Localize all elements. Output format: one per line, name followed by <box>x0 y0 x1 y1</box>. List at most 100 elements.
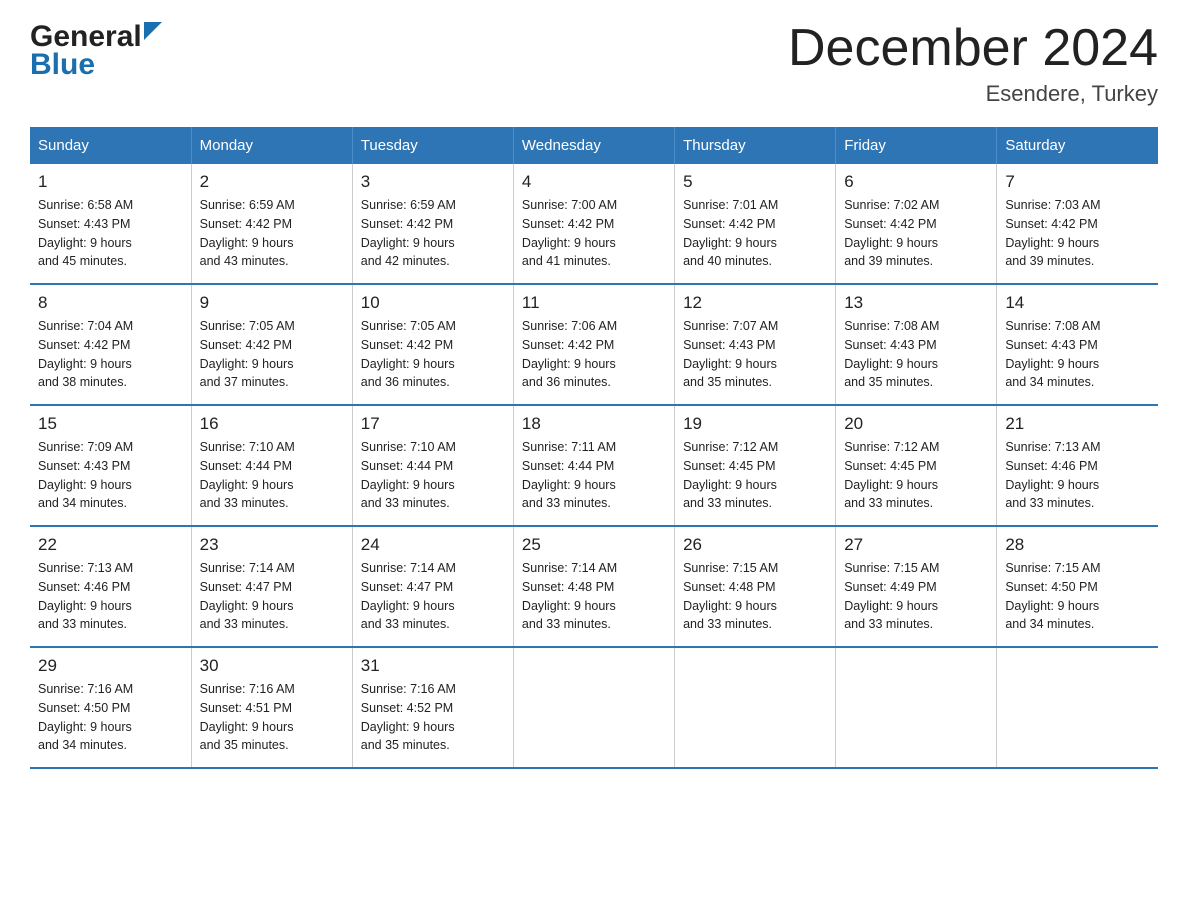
calendar-day-9: 9 Sunrise: 7:05 AM Sunset: 4:42 PM Dayli… <box>191 284 352 405</box>
calendar-day-4: 4 Sunrise: 7:00 AM Sunset: 4:42 PM Dayli… <box>513 164 674 284</box>
calendar-table: SundayMondayTuesdayWednesdayThursdayFrid… <box>30 127 1158 769</box>
calendar-day-28: 28 Sunrise: 7:15 AM Sunset: 4:50 PM Dayl… <box>997 526 1158 647</box>
calendar-day-24: 24 Sunrise: 7:14 AM Sunset: 4:47 PM Dayl… <box>352 526 513 647</box>
day-number: 27 <box>844 535 988 555</box>
calendar-day-17: 17 Sunrise: 7:10 AM Sunset: 4:44 PM Dayl… <box>352 405 513 526</box>
day-info: Sunrise: 7:05 AM Sunset: 4:42 PM Dayligh… <box>200 317 344 392</box>
day-header-saturday: Saturday <box>997 127 1158 164</box>
calendar-day-19: 19 Sunrise: 7:12 AM Sunset: 4:45 PM Dayl… <box>675 405 836 526</box>
day-number: 4 <box>522 172 666 192</box>
day-info: Sunrise: 7:16 AM Sunset: 4:50 PM Dayligh… <box>38 680 183 755</box>
calendar-day-22: 22 Sunrise: 7:13 AM Sunset: 4:46 PM Dayl… <box>30 526 191 647</box>
day-info: Sunrise: 7:01 AM Sunset: 4:42 PM Dayligh… <box>683 196 827 271</box>
calendar-day-14: 14 Sunrise: 7:08 AM Sunset: 4:43 PM Dayl… <box>997 284 1158 405</box>
calendar-day-27: 27 Sunrise: 7:15 AM Sunset: 4:49 PM Dayl… <box>836 526 997 647</box>
day-info: Sunrise: 7:07 AM Sunset: 4:43 PM Dayligh… <box>683 317 827 392</box>
calendar-day-15: 15 Sunrise: 7:09 AM Sunset: 4:43 PM Dayl… <box>30 405 191 526</box>
calendar-subtitle: Esendere, Turkey <box>788 81 1158 107</box>
day-number: 10 <box>361 293 505 313</box>
calendar-day-6: 6 Sunrise: 7:02 AM Sunset: 4:42 PM Dayli… <box>836 164 997 284</box>
logo: General Blue <box>30 20 166 82</box>
day-number: 25 <box>522 535 666 555</box>
day-number: 30 <box>200 656 344 676</box>
calendar-day-30: 30 Sunrise: 7:16 AM Sunset: 4:51 PM Dayl… <box>191 647 352 768</box>
day-number: 20 <box>844 414 988 434</box>
calendar-day-1: 1 Sunrise: 6:58 AM Sunset: 4:43 PM Dayli… <box>30 164 191 284</box>
day-number: 18 <box>522 414 666 434</box>
calendar-day-10: 10 Sunrise: 7:05 AM Sunset: 4:42 PM Dayl… <box>352 284 513 405</box>
calendar-week-row: 29 Sunrise: 7:16 AM Sunset: 4:50 PM Dayl… <box>30 647 1158 768</box>
day-info: Sunrise: 7:14 AM Sunset: 4:47 PM Dayligh… <box>200 559 344 634</box>
day-info: Sunrise: 7:15 AM Sunset: 4:50 PM Dayligh… <box>1005 559 1150 634</box>
day-info: Sunrise: 7:16 AM Sunset: 4:51 PM Dayligh… <box>200 680 344 755</box>
calendar-week-row: 8 Sunrise: 7:04 AM Sunset: 4:42 PM Dayli… <box>30 284 1158 405</box>
day-info: Sunrise: 7:13 AM Sunset: 4:46 PM Dayligh… <box>1005 438 1150 513</box>
day-number: 28 <box>1005 535 1150 555</box>
calendar-header-row: SundayMondayTuesdayWednesdayThursdayFrid… <box>30 127 1158 164</box>
calendar-day-13: 13 Sunrise: 7:08 AM Sunset: 4:43 PM Dayl… <box>836 284 997 405</box>
calendar-day-18: 18 Sunrise: 7:11 AM Sunset: 4:44 PM Dayl… <box>513 405 674 526</box>
day-number: 22 <box>38 535 183 555</box>
day-number: 5 <box>683 172 827 192</box>
day-number: 8 <box>38 293 183 313</box>
day-number: 1 <box>38 172 183 192</box>
calendar-day-31: 31 Sunrise: 7:16 AM Sunset: 4:52 PM Dayl… <box>352 647 513 768</box>
day-info: Sunrise: 6:58 AM Sunset: 4:43 PM Dayligh… <box>38 196 183 271</box>
day-info: Sunrise: 7:00 AM Sunset: 4:42 PM Dayligh… <box>522 196 666 271</box>
calendar-day-16: 16 Sunrise: 7:10 AM Sunset: 4:44 PM Dayl… <box>191 405 352 526</box>
calendar-day-8: 8 Sunrise: 7:04 AM Sunset: 4:42 PM Dayli… <box>30 284 191 405</box>
calendar-empty-cell <box>513 647 674 768</box>
day-info: Sunrise: 7:03 AM Sunset: 4:42 PM Dayligh… <box>1005 196 1150 271</box>
day-info: Sunrise: 7:05 AM Sunset: 4:42 PM Dayligh… <box>361 317 505 392</box>
day-number: 2 <box>200 172 344 192</box>
day-number: 23 <box>200 535 344 555</box>
day-number: 29 <box>38 656 183 676</box>
day-number: 24 <box>361 535 505 555</box>
day-number: 31 <box>361 656 505 676</box>
calendar-day-23: 23 Sunrise: 7:14 AM Sunset: 4:47 PM Dayl… <box>191 526 352 647</box>
calendar-day-7: 7 Sunrise: 7:03 AM Sunset: 4:42 PM Dayli… <box>997 164 1158 284</box>
calendar-title: December 2024 <box>788 20 1158 77</box>
day-info: Sunrise: 7:08 AM Sunset: 4:43 PM Dayligh… <box>1005 317 1150 392</box>
calendar-empty-cell <box>675 647 836 768</box>
calendar-day-2: 2 Sunrise: 6:59 AM Sunset: 4:42 PM Dayli… <box>191 164 352 284</box>
page-header: General Blue December 2024 Esendere, Tur… <box>30 20 1158 107</box>
calendar-day-3: 3 Sunrise: 6:59 AM Sunset: 4:42 PM Dayli… <box>352 164 513 284</box>
day-info: Sunrise: 7:16 AM Sunset: 4:52 PM Dayligh… <box>361 680 505 755</box>
calendar-day-12: 12 Sunrise: 7:07 AM Sunset: 4:43 PM Dayl… <box>675 284 836 405</box>
day-info: Sunrise: 7:09 AM Sunset: 4:43 PM Dayligh… <box>38 438 183 513</box>
calendar-week-row: 22 Sunrise: 7:13 AM Sunset: 4:46 PM Dayl… <box>30 526 1158 647</box>
day-info: Sunrise: 7:15 AM Sunset: 4:48 PM Dayligh… <box>683 559 827 634</box>
day-header-thursday: Thursday <box>675 127 836 164</box>
day-header-friday: Friday <box>836 127 997 164</box>
day-info: Sunrise: 7:10 AM Sunset: 4:44 PM Dayligh… <box>200 438 344 513</box>
day-header-monday: Monday <box>191 127 352 164</box>
day-info: Sunrise: 7:02 AM Sunset: 4:42 PM Dayligh… <box>844 196 988 271</box>
day-info: Sunrise: 7:13 AM Sunset: 4:46 PM Dayligh… <box>38 559 183 634</box>
day-info: Sunrise: 7:12 AM Sunset: 4:45 PM Dayligh… <box>844 438 988 513</box>
day-number: 19 <box>683 414 827 434</box>
day-header-wednesday: Wednesday <box>513 127 674 164</box>
day-info: Sunrise: 7:15 AM Sunset: 4:49 PM Dayligh… <box>844 559 988 634</box>
day-number: 7 <box>1005 172 1150 192</box>
day-number: 11 <box>522 293 666 313</box>
logo-blue-text: Blue <box>30 48 95 82</box>
day-number: 9 <box>200 293 344 313</box>
day-number: 17 <box>361 414 505 434</box>
calendar-day-20: 20 Sunrise: 7:12 AM Sunset: 4:45 PM Dayl… <box>836 405 997 526</box>
day-number: 15 <box>38 414 183 434</box>
calendar-empty-cell <box>836 647 997 768</box>
calendar-day-5: 5 Sunrise: 7:01 AM Sunset: 4:42 PM Dayli… <box>675 164 836 284</box>
logo-triangle-icon <box>144 22 166 49</box>
calendar-empty-cell <box>997 647 1158 768</box>
calendar-day-21: 21 Sunrise: 7:13 AM Sunset: 4:46 PM Dayl… <box>997 405 1158 526</box>
day-number: 3 <box>361 172 505 192</box>
day-info: Sunrise: 7:04 AM Sunset: 4:42 PM Dayligh… <box>38 317 183 392</box>
day-number: 6 <box>844 172 988 192</box>
day-number: 16 <box>200 414 344 434</box>
day-info: Sunrise: 6:59 AM Sunset: 4:42 PM Dayligh… <box>200 196 344 271</box>
day-header-sunday: Sunday <box>30 127 191 164</box>
day-number: 12 <box>683 293 827 313</box>
day-number: 13 <box>844 293 988 313</box>
day-info: Sunrise: 6:59 AM Sunset: 4:42 PM Dayligh… <box>361 196 505 271</box>
